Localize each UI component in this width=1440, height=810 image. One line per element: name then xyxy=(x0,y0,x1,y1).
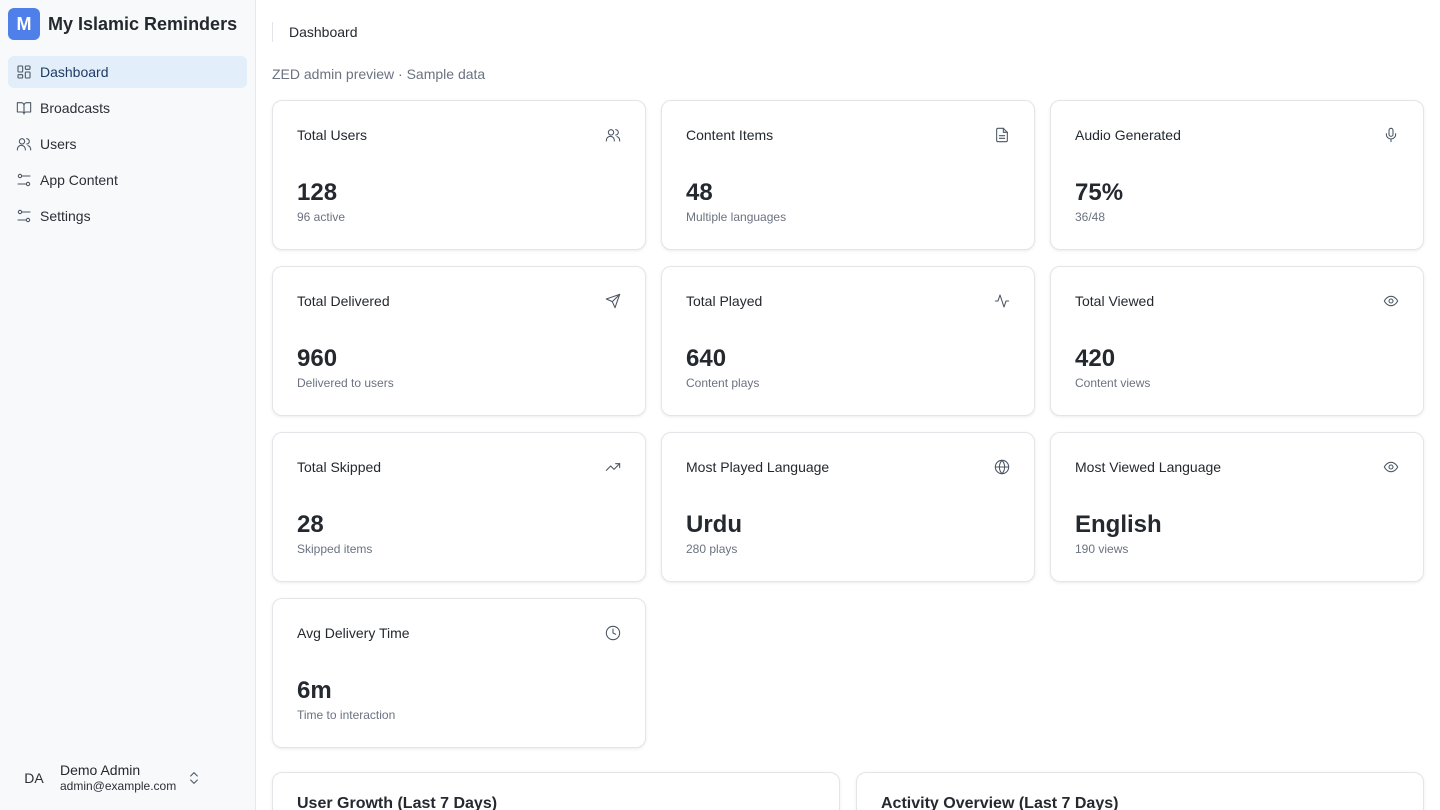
sidebar-item-label: Settings xyxy=(40,208,91,224)
stat-card-avg-delivery-time: Avg Delivery Time 6m Time to interaction xyxy=(272,598,646,748)
clock-icon xyxy=(605,625,621,641)
book-icon xyxy=(16,102,32,115)
card-subtext: 190 views xyxy=(1075,542,1129,556)
send-icon xyxy=(605,293,621,309)
card-subtext: 36/48 xyxy=(1075,210,1106,224)
stat-card-total-delivered: Total Delivered 960 Delivered to users xyxy=(272,266,646,416)
sidebar: M My Islamic Reminders Dashboard Broadca… xyxy=(0,0,256,810)
card-value: English xyxy=(1075,511,1162,538)
card-title: Avg Delivery Time xyxy=(297,625,410,641)
eye-icon xyxy=(1383,295,1399,307)
card-title: Total Viewed xyxy=(1075,293,1155,309)
user-email: admin@example.com xyxy=(60,779,177,793)
sidebar-item-app-content[interactable]: App Content xyxy=(8,164,247,196)
activity-overview-panel: Activity Overview (Last 7 Days) xyxy=(856,772,1424,810)
card-title: Content Items xyxy=(686,127,774,143)
sidebar-item-settings[interactable]: Settings xyxy=(8,200,247,232)
card-value: 960 xyxy=(297,345,338,372)
card-value: 128 xyxy=(297,179,338,206)
breadcrumb: Dashboard xyxy=(272,22,358,42)
sidebar-item-users[interactable]: Users xyxy=(8,128,247,160)
sidebar-item-label: Users xyxy=(40,136,77,152)
stat-card-total-viewed: Total Viewed 420 Content views xyxy=(1050,266,1424,416)
card-title: Most Played Language xyxy=(686,459,830,475)
card-subtext: Content plays xyxy=(686,376,760,390)
stat-card-total-skipped: Total Skipped 28 Skipped items xyxy=(272,432,646,582)
card-value: 28 xyxy=(297,511,324,538)
panel-title: User Growth (Last 7 Days) xyxy=(297,795,498,810)
card-value: 75% xyxy=(1075,179,1124,206)
brand[interactable]: M My Islamic Reminders xyxy=(8,8,237,40)
card-value: 420 xyxy=(1075,345,1116,372)
card-subtext: Delivered to users xyxy=(297,376,394,390)
user-menu[interactable]: DA Demo Admin admin@example.com xyxy=(16,760,240,796)
card-title: Total Played xyxy=(686,293,763,309)
stat-card-audio-generated: Audio Generated 75% 36/48 xyxy=(1050,100,1424,250)
card-subtext: 96 active xyxy=(297,210,346,224)
card-value: 640 xyxy=(686,345,727,372)
microphone-icon xyxy=(1385,127,1397,143)
app-logo: M xyxy=(8,8,40,40)
stat-card-most-viewed-language: Most Viewed Language English 190 views xyxy=(1050,432,1424,582)
card-subtext: Multiple languages xyxy=(686,210,787,224)
user-growth-panel: User Growth (Last 7 Days) xyxy=(272,772,840,810)
sidebar-item-label: Broadcasts xyxy=(40,100,111,116)
card-title: Total Users xyxy=(297,127,368,143)
stat-card-content-items: Content Items 48 Multiple languages xyxy=(661,100,1035,250)
card-subtext: Time to interaction xyxy=(297,708,396,722)
card-subtext: Skipped items xyxy=(297,542,373,556)
dashboard-icon xyxy=(17,65,31,79)
stat-card-total-played: Total Played 640 Content plays xyxy=(661,266,1035,416)
stat-card-most-played-language: Most Played Language Urdu 280 plays xyxy=(661,432,1035,582)
sidebar-item-broadcasts[interactable]: Broadcasts xyxy=(8,92,247,124)
user-name: Demo Admin xyxy=(60,762,141,778)
document-icon xyxy=(996,127,1008,143)
chevrons-up-down-icon[interactable] xyxy=(186,770,202,786)
sidebar-item-label: App Content xyxy=(40,172,118,188)
page-subtitle: ZED admin preview · Sample data xyxy=(272,66,486,82)
avatar: DA xyxy=(24,770,44,786)
card-title: Total Skipped xyxy=(297,459,382,475)
sidebar-nav: Dashboard Broadcasts Users App Content S… xyxy=(8,56,247,236)
trending-up-icon xyxy=(605,463,621,471)
card-subtext: 280 plays xyxy=(686,542,738,556)
card-subtext: Content views xyxy=(1075,376,1151,390)
app-name: My Islamic Reminders xyxy=(48,13,238,34)
eye-icon xyxy=(1383,461,1399,473)
activity-icon xyxy=(994,294,1010,308)
stat-card-total-users: Total Users 128 96 active xyxy=(272,100,646,250)
user-info: Demo Admin admin@example.com xyxy=(60,762,176,794)
panel-title: Activity Overview (Last 7 Days) xyxy=(881,795,1119,810)
card-title: Total Delivered xyxy=(297,293,390,309)
main-content: Dashboard ZED admin preview · Sample dat… xyxy=(256,0,1440,810)
settings-sliders-icon xyxy=(17,209,31,223)
users-icon xyxy=(16,138,32,151)
sliders-icon xyxy=(17,173,31,187)
card-title: Audio Generated xyxy=(1075,127,1181,143)
card-value: 48 xyxy=(686,179,713,206)
sidebar-item-label: Dashboard xyxy=(40,64,109,80)
card-value: 6m xyxy=(297,677,332,704)
card-value: Urdu xyxy=(686,511,742,538)
users-icon xyxy=(605,129,621,142)
sidebar-item-dashboard[interactable]: Dashboard xyxy=(8,56,247,88)
card-title: Most Viewed Language xyxy=(1075,459,1222,475)
globe-icon xyxy=(994,459,1010,475)
